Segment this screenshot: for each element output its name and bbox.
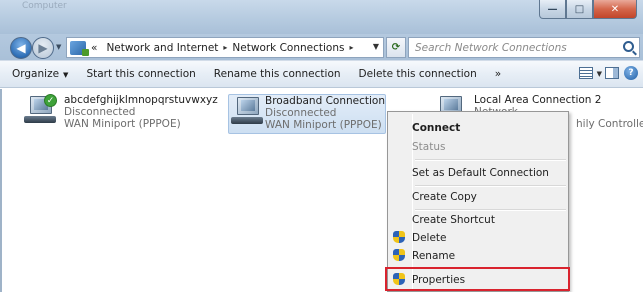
chevron-down-icon[interactable]: ▼ bbox=[597, 70, 602, 78]
search-icon[interactable] bbox=[623, 41, 634, 52]
help-icon[interactable]: ? bbox=[624, 66, 638, 80]
menu-item-label: Create Shortcut bbox=[412, 213, 495, 226]
organize-menu[interactable]: Organize ▼ bbox=[0, 68, 77, 80]
menu-item-label: Delete bbox=[412, 231, 447, 244]
breadcrumb-overflow[interactable]: « bbox=[91, 42, 97, 54]
address-bar[interactable]: « Network and Internet ▸ Network Connect… bbox=[66, 37, 384, 58]
context-menu: Connect Status Set as Default Connection… bbox=[387, 111, 569, 292]
forward-button[interactable]: ▶ bbox=[32, 37, 54, 59]
organize-label: Organize bbox=[12, 68, 60, 80]
minimize-button[interactable]: — bbox=[539, 0, 566, 19]
menu-item-set-default[interactable]: Set as Default Connection bbox=[391, 163, 566, 182]
change-view-icon[interactable] bbox=[579, 67, 593, 79]
connection-details: abcdefghijklmnopqrstuvwxyz Disconnected … bbox=[64, 94, 218, 132]
maximize-button[interactable]: □ bbox=[566, 0, 593, 19]
properties-highlight-box bbox=[385, 267, 570, 291]
more-commands-button[interactable]: » bbox=[486, 68, 510, 80]
chevron-right-icon[interactable]: ▸ bbox=[223, 43, 227, 52]
search-input[interactable] bbox=[415, 41, 615, 54]
menu-item-label: Rename bbox=[412, 249, 456, 262]
connection-name: Broadband Connection bbox=[265, 95, 385, 107]
menu-item-delete[interactable]: Delete bbox=[391, 228, 566, 247]
address-dropdown-icon[interactable]: ▼ bbox=[373, 42, 379, 51]
monitor-icon bbox=[237, 97, 259, 115]
search-box bbox=[408, 37, 640, 58]
connection-device: WAN Miniport (PPPOE) bbox=[265, 119, 382, 131]
close-button[interactable]: ✕ bbox=[593, 0, 637, 19]
recent-pages-dropdown[interactable]: ▼ bbox=[56, 43, 61, 51]
cable-icon bbox=[231, 117, 263, 124]
explorer-window: Computer — □ ✕ ◀ ▶ ▼ « Network and Inter… bbox=[0, 0, 643, 292]
connection-item[interactable]: ✓ abcdefghijklmnopqrstuvwxyz Disconnecte… bbox=[22, 94, 218, 132]
menu-item-label: Set as Default Connection bbox=[412, 166, 549, 179]
window-controls: — □ ✕ bbox=[539, 0, 637, 20]
chevron-right-icon[interactable]: ▸ bbox=[349, 43, 353, 52]
menu-item-create-copy[interactable]: Create Copy bbox=[391, 187, 566, 206]
network-adapter-icon bbox=[229, 95, 265, 133]
title-bar: Computer — □ ✕ bbox=[0, 0, 643, 34]
menu-item-create-shortcut[interactable]: Create Shortcut bbox=[391, 210, 566, 229]
network-folder-icon bbox=[70, 40, 89, 56]
menu-item-label: Create Copy bbox=[412, 190, 477, 203]
breadcrumb-network-and-internet[interactable]: Network and Internet bbox=[106, 42, 218, 54]
connection-name: abcdefghijklmnopqrstuvwxyz bbox=[64, 94, 218, 106]
menu-item-connect[interactable]: Connect bbox=[391, 118, 566, 137]
delete-connection-button[interactable]: Delete this connection bbox=[350, 68, 486, 80]
connection-device: WAN Miniport (PPPOE) bbox=[64, 118, 181, 130]
connection-item-selected[interactable]: Broadband Connection Disconnected WAN Mi… bbox=[228, 94, 386, 134]
rename-connection-button[interactable]: Rename this connection bbox=[205, 68, 350, 80]
menu-separator bbox=[415, 159, 566, 161]
connection-status: Disconnected bbox=[265, 107, 337, 119]
navigation-bar: ◀ ▶ ▼ « Network and Internet ▸ Network C… bbox=[0, 34, 643, 60]
chevron-down-icon: ▼ bbox=[63, 71, 69, 79]
breadcrumb-network-connections[interactable]: Network Connections bbox=[232, 42, 344, 54]
menu-item-rename[interactable]: Rename bbox=[391, 246, 566, 265]
connection-details: Broadband Connection Disconnected WAN Mi… bbox=[265, 95, 385, 133]
menu-item-label: Status bbox=[412, 140, 446, 153]
command-bar: Organize ▼ Start this connection Rename t… bbox=[0, 60, 643, 88]
breadcrumb: « Network and Internet ▸ Network Connect… bbox=[91, 42, 359, 54]
network-adapter-icon: ✓ bbox=[22, 94, 64, 132]
menu-item-status: Status bbox=[391, 137, 566, 156]
refresh-button[interactable]: ⟳ bbox=[386, 37, 406, 58]
start-connection-button[interactable]: Start this connection bbox=[77, 68, 204, 80]
preview-pane-icon[interactable] bbox=[605, 67, 619, 79]
connection-status: Disconnected bbox=[64, 106, 136, 118]
check-icon: ✓ bbox=[44, 94, 57, 107]
uac-shield-icon bbox=[393, 249, 405, 262]
title-bar-faint-text: Computer bbox=[22, 1, 67, 11]
cable-icon bbox=[24, 116, 56, 123]
uac-shield-icon bbox=[393, 231, 405, 244]
back-button[interactable]: ◀ bbox=[10, 37, 32, 59]
left-edge bbox=[0, 89, 2, 292]
connection-name: Local Area Connection 2 bbox=[474, 94, 602, 106]
menu-item-label: Connect bbox=[412, 121, 461, 134]
